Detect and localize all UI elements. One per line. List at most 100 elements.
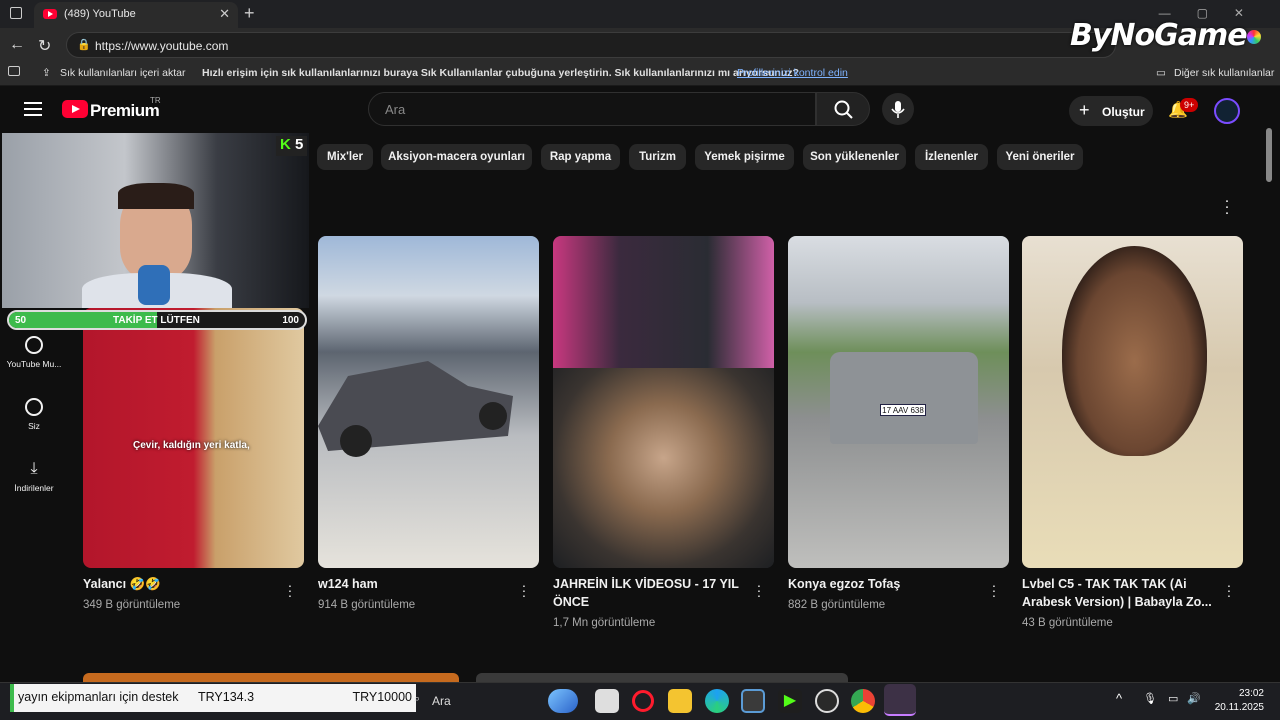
address-bar[interactable]: 🔒 https://www.youtube.com <box>66 32 1116 58</box>
network-icon[interactable]: ▭ <box>1168 692 1178 705</box>
video-more-icon[interactable]: · · · <box>755 578 763 602</box>
video-views: 349 B görüntüleme <box>83 599 181 611</box>
sidebar-item-you[interactable]: Siz <box>0 398 68 431</box>
edge-icon[interactable] <box>705 689 729 713</box>
tab-actions-icon[interactable] <box>10 7 22 19</box>
chip-tourism[interactable]: Turizm <box>629 144 686 170</box>
account-avatar[interactable] <box>1214 98 1240 124</box>
shelf-more-icon[interactable]: · · · <box>1220 193 1234 220</box>
close-tab-icon[interactable]: ✕ <box>219 6 230 22</box>
reload-button[interactable]: ↻ <box>38 36 51 56</box>
search-input[interactable]: Ara <box>368 92 816 126</box>
chip-watched[interactable]: İzlenenler <box>915 144 988 170</box>
video-views: 882 B görüntüleme <box>788 599 886 611</box>
video-title-line-1[interactable]: JAHREİN İLK VİDEOSU - 17 YIL <box>553 575 739 593</box>
import-favorites-link[interactable]: Sık kullanılanları içeri aktar <box>60 67 185 79</box>
video-title[interactable]: w124 ham <box>318 575 378 593</box>
store-icon[interactable] <box>741 689 765 713</box>
watermark-ball-icon <box>1246 29 1261 44</box>
taskbar-search-label[interactable]: Ara <box>432 694 451 708</box>
youtube-header: Premium TR Ara + Oluştur 🔔 9+ <box>0 86 1280 134</box>
browser-tab-youtube[interactable]: (489) YouTube ✕ <box>34 2 238 28</box>
video-title-line-2[interactable]: Arabesk Version) | Babayla Zo... <box>1022 593 1212 611</box>
donation-text: yayın ekipmanları için destek <box>18 690 179 704</box>
folder-icon: ▭ <box>1156 67 1166 79</box>
video-more-icon[interactable]: · · · <box>1225 578 1233 602</box>
next-row-thumbnail[interactable] <box>83 673 459 682</box>
youtube-logo-icon[interactable] <box>62 100 88 118</box>
old-video-frame <box>553 368 774 568</box>
streamer-webcam <box>2 133 309 308</box>
youtube-favicon-icon <box>43 9 57 19</box>
lock-icon[interactable]: 🔒 <box>77 38 91 51</box>
video-title-line-2[interactable]: ÖNCE <box>553 593 589 611</box>
sidebar-item-label: YouTube Mu... <box>6 359 62 369</box>
video-thumbnail[interactable] <box>1022 236 1243 568</box>
video-title[interactable]: Yalancı 🤣🤣 <box>83 575 161 593</box>
sidebar-item-downloads[interactable]: ⤓ İndirilenler <box>0 460 68 493</box>
donation-goal-overlay: yayın ekipmanları için destek TRY134.3 T… <box>10 684 416 712</box>
video-more-icon[interactable]: · · · <box>520 578 528 602</box>
taskbar-clock[interactable]: 23:02 20.11.2025 <box>1215 687 1264 715</box>
taskbar-search-icon[interactable]: ⌕ <box>414 693 420 706</box>
next-row-thumbnail[interactable] <box>476 673 848 682</box>
car-graphic <box>318 361 513 457</box>
new-tab-button[interactable]: + <box>244 3 255 24</box>
video-more-icon[interactable]: · · · <box>286 578 294 602</box>
collections-icon[interactable] <box>8 66 20 76</box>
kick-app-icon[interactable]: ▶ <box>778 689 802 713</box>
chip-recently-uploaded[interactable]: Son yüklenenler <box>803 144 906 170</box>
goal-start: 50 <box>15 315 27 326</box>
video-thumbnail[interactable]: Çevir, kaldığın yeri katla, <box>83 308 304 568</box>
hamburger-menu-icon[interactable] <box>24 102 42 116</box>
back-button[interactable]: ← <box>9 36 25 54</box>
opera-icon[interactable] <box>632 690 654 712</box>
video-thumbnail[interactable] <box>553 236 774 568</box>
donation-goal: TRY10000 <box>352 690 412 704</box>
kick-logo-icon: K <box>280 136 291 153</box>
voice-search-button[interactable] <box>882 93 914 125</box>
chip-mixes[interactable]: Mix'ler <box>317 144 373 170</box>
chip-rap[interactable]: Rap yapma <box>541 144 620 170</box>
volume-icon[interactable]: 🔊 <box>1187 692 1201 705</box>
youtube-premium-logo[interactable]: Premium <box>90 101 160 121</box>
kick-count: 5 <box>295 136 304 153</box>
weather-widget-icon[interactable] <box>548 689 578 713</box>
sidebar-item-youtube-music[interactable]: YouTube Mu... <box>0 336 68 369</box>
file-explorer-icon[interactable] <box>668 689 692 713</box>
create-button[interactable]: + Oluştur <box>1069 96 1153 126</box>
watermark-text: ByNoGame <box>1070 18 1248 53</box>
streamer-hair <box>118 183 194 209</box>
search-button[interactable] <box>816 92 870 126</box>
search-icon <box>834 100 853 119</box>
video-title-line-1[interactable]: Lvbel C5 - TAK TAK TAK (Ai <box>1022 575 1187 593</box>
other-favorites[interactable]: Diğer sık kullanılanlar <box>1174 67 1274 79</box>
microphone-icon <box>891 101 905 118</box>
chip-cooking[interactable]: Yemek pişirme <box>695 144 794 170</box>
sidebar-item-label: İndirilenler <box>14 483 54 493</box>
follower-goal-bar: 50 TAKİP ET LÜTFEN 100 <box>7 310 307 330</box>
task-view-icon[interactable] <box>595 689 619 713</box>
donation-current: TRY134.3 <box>198 690 255 704</box>
chip-new-to-you[interactable]: Yeni öneriler <box>997 144 1083 170</box>
favorites-hint: Hızlı erişim için sık kullanılanlarınızı… <box>202 67 799 79</box>
tray-microphone-icon[interactable]: 🎙 <box>1143 692 1157 705</box>
youtube-music-icon <box>25 336 43 354</box>
steam-icon[interactable] <box>884 684 916 716</box>
video-more-icon[interactable]: · · · <box>990 578 998 602</box>
page-scrollbar[interactable] <box>1266 128 1272 182</box>
chrome-icon[interactable] <box>851 689 875 713</box>
clock-date: 20.11.2025 <box>1214 702 1264 713</box>
video-title[interactable]: Konya egzoz Tofaş <box>788 575 900 593</box>
search-placeholder: Ara <box>385 102 406 117</box>
video-thumbnail[interactable]: 17 AAV 638 <box>788 236 1009 568</box>
notification-badge: 9+ <box>1180 98 1199 112</box>
obs-icon[interactable] <box>815 689 839 713</box>
singer-face <box>1062 246 1207 456</box>
url-text[interactable]: https://www.youtube.com <box>95 39 228 53</box>
import-favorites-icon: ⇪ <box>42 67 51 79</box>
video-thumbnail[interactable] <box>318 236 539 568</box>
check-profiles-link[interactable]: Profillerinizi kontrol edin <box>737 67 848 79</box>
tray-overflow-icon[interactable]: ^ <box>1116 691 1122 706</box>
chip-action-adventure[interactable]: Aksiyon-macera oyunları <box>381 144 532 170</box>
